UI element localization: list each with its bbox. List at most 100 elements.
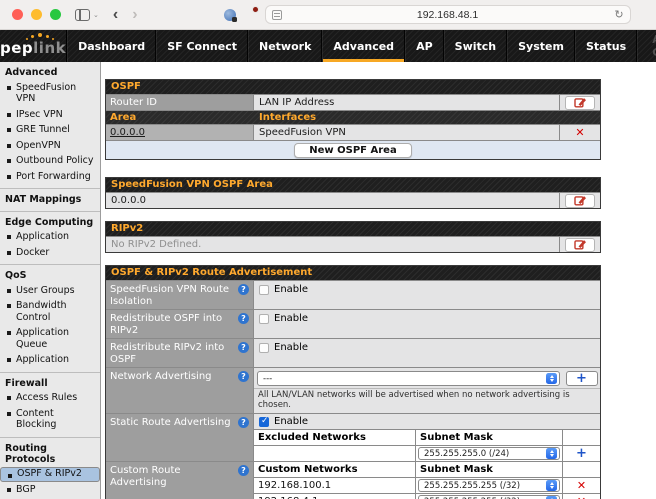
sidebar-header-nat-mappings[interactable]: NAT Mappings — [0, 192, 100, 207]
forward-button[interactable]: › — [132, 6, 137, 24]
redistribute-rip-enable-label: Enable — [274, 342, 308, 353]
url-text: 192.168.48.1 — [266, 9, 630, 21]
apply-changes-button[interactable]: Apply Changes — [637, 30, 656, 62]
excluded-network-mask-select[interactable]: 255.255.255.0 (/24) — [418, 447, 560, 460]
select-stepper-icon — [546, 373, 557, 384]
sidebar-item-application-queue[interactable]: Application Queue — [0, 325, 100, 352]
ripv2-section: RIPv2 No RIPv2 Defined. — [105, 221, 601, 253]
custom-route-label: Custom Route Advertising — [110, 465, 249, 488]
tab-system[interactable]: System — [507, 30, 575, 62]
tab-sf-connect[interactable]: SF Connect — [156, 30, 248, 62]
ripv2-title: RIPv2 — [106, 222, 600, 236]
sidebar-item-bandwidth-control[interactable]: Bandwidth Control — [0, 298, 100, 325]
sidebar-item-application-edge[interactable]: Application — [0, 229, 100, 245]
sidebar-item-outbound-policy[interactable]: Outbound Policy — [0, 153, 100, 169]
custom-network-mask-select[interactable]: 255.255.255.255 (/32) — [418, 479, 560, 492]
sfvpn-area-edit-button[interactable] — [565, 194, 595, 208]
extension-badge — [252, 6, 259, 13]
help-icon[interactable]: ? — [238, 417, 249, 428]
ospf-area-link[interactable]: 0.0.0.0 — [110, 127, 145, 138]
sidebar-item-application-qos[interactable]: Application — [0, 352, 100, 368]
tab-status[interactable]: Status — [575, 30, 637, 62]
sidebar-item-bgp[interactable]: BGP — [0, 482, 100, 498]
back-button[interactable]: ‹ — [113, 6, 118, 24]
sidebar-header-firewall: Firewall — [0, 376, 100, 391]
redistribute-ospf-label: Redistribute OSPF into RIPv2 — [110, 313, 249, 336]
delete-custom-network-button[interactable]: ✕ — [577, 480, 586, 491]
custom-network-input[interactable]: 192.168.4.1 — [254, 494, 416, 499]
sidebar-item-ospf-ripv2[interactable]: OSPF & RIPv2 — [0, 467, 100, 482]
sidebar-item-user-groups[interactable]: User Groups — [0, 283, 100, 299]
redistribute-rip-label: Redistribute RIPv2 into OSPF — [110, 342, 249, 365]
custom-network-mask-value: 255.255.255.255 (/32) — [419, 481, 546, 491]
edit-icon — [574, 239, 587, 250]
peplink-logo[interactable]: peplink — [0, 30, 67, 62]
custom-network-row: 192.168.100.1 255.255.255.255 (/32) ✕ — [254, 478, 600, 494]
new-ospf-area-button[interactable]: New OSPF Area — [294, 143, 411, 158]
add-excluded-network-button[interactable]: + — [576, 447, 587, 460]
custom-network-input[interactable]: 192.168.100.1 — [254, 478, 416, 493]
close-window-button[interactable] — [12, 9, 23, 20]
route-advertisement-title: OSPF & RIPv2 Route Advertisement — [106, 266, 600, 280]
router-id-edit-button[interactable] — [565, 96, 595, 110]
help-icon[interactable]: ? — [238, 371, 249, 382]
minimize-window-button[interactable] — [31, 9, 42, 20]
custom-networks-header: Custom Networks — [254, 462, 416, 477]
sidebar-nav: Advanced SpeedFusion VPN IPsec VPN GRE T… — [0, 62, 101, 499]
sidebar-item-gre-tunnel[interactable]: GRE Tunnel — [0, 122, 100, 138]
address-bar[interactable]: 192.168.48.1 ↻ — [265, 5, 631, 24]
interfaces-column-header: Interfaces — [254, 111, 560, 124]
adblock-extension-icon[interactable] — [244, 8, 257, 21]
tab-network[interactable]: Network — [248, 30, 322, 62]
redistribute-rip-label-cell: Redistribute RIPv2 into OSPF ? — [106, 339, 254, 367]
excluded-network-mask-value: 255.255.255.0 (/24) — [419, 449, 546, 459]
route-isolation-enable-label: Enable — [274, 284, 308, 295]
custom-network-mask-select[interactable]: 255.255.255.255 (/32) — [418, 495, 560, 499]
ospf-section: OSPF Router ID LAN IP Address A — [105, 79, 601, 160]
browser-sidebar-icon[interactable] — [75, 9, 90, 21]
static-route-label: Static Route Advertising — [110, 417, 249, 429]
sfvpn-ospf-area-title: SpeedFusion VPN OSPF Area — [106, 178, 600, 192]
sidebar-item-ipsec-vpn[interactable]: IPsec VPN — [0, 107, 100, 123]
reload-icon[interactable]: ↻ — [614, 8, 623, 21]
sidebar-item-content-blocking[interactable]: Content Blocking — [0, 406, 100, 433]
edit-icon — [574, 97, 587, 108]
sfvpn-ospf-area-section: SpeedFusion VPN OSPF Area 0.0.0.0 — [105, 177, 601, 209]
sidebar-item-speedfusion-vpn[interactable]: SpeedFusion VPN — [0, 80, 100, 107]
static-route-enable-checkbox[interactable] — [259, 417, 269, 427]
screen: ⌄ ‹ › 192.168.48.1 ↻ peplink Dashboard S… — [0, 0, 656, 499]
ospf-section-title: OSPF — [106, 80, 600, 94]
sidebar-item-access-rules[interactable]: Access Rules — [0, 390, 100, 406]
sidebar-item-port-forwarding[interactable]: Port Forwarding — [0, 169, 100, 185]
privacy-extension-icon[interactable] — [224, 9, 236, 21]
redistribute-ospf-checkbox[interactable] — [259, 314, 269, 324]
network-advertising-select[interactable]: --- — [257, 371, 560, 386]
sidebar-item-docker[interactable]: Docker — [0, 245, 100, 261]
tab-dashboard[interactable]: Dashboard — [67, 30, 156, 62]
ospf-area-row: 0.0.0.0 SpeedFusion VPN ✕ — [106, 124, 600, 140]
zoom-window-button[interactable] — [50, 9, 61, 20]
tab-advanced[interactable]: Advanced — [322, 30, 405, 62]
route-isolation-label-cell: SpeedFusion VPN Route Isolation ? — [106, 281, 254, 309]
excluded-network-input[interactable] — [254, 446, 416, 461]
logo-link: link — [33, 39, 66, 57]
sfvpn-ospf-area-value: 0.0.0.0 — [106, 193, 560, 208]
excluded-networks-table: Excluded Networks Subnet Mask 255.255.25… — [254, 429, 600, 461]
sidebar-header-advanced: Advanced — [0, 65, 100, 80]
redistribute-ospf-label-cell: Redistribute OSPF into RIPv2 ? — [106, 310, 254, 338]
add-network-advertising-button[interactable]: + — [566, 371, 598, 386]
help-icon[interactable]: ? — [238, 284, 249, 295]
logo-pep: pep — [0, 39, 33, 57]
chevron-down-icon[interactable]: ⌄ — [93, 11, 99, 19]
tab-switch[interactable]: Switch — [444, 30, 507, 62]
ripv2-edit-button[interactable] — [565, 238, 595, 252]
network-advertising-label-cell: Network Advertising ? — [106, 368, 254, 413]
route-isolation-checkbox[interactable] — [259, 285, 269, 295]
redistribute-rip-checkbox[interactable] — [259, 343, 269, 353]
tab-ap[interactable]: AP — [405, 30, 444, 62]
sidebar-item-openvpn[interactable]: OpenVPN — [0, 138, 100, 154]
help-icon[interactable]: ? — [238, 342, 249, 353]
delete-area-icon[interactable]: ✕ — [575, 127, 584, 138]
help-icon[interactable]: ? — [238, 465, 249, 476]
help-icon[interactable]: ? — [238, 313, 249, 324]
